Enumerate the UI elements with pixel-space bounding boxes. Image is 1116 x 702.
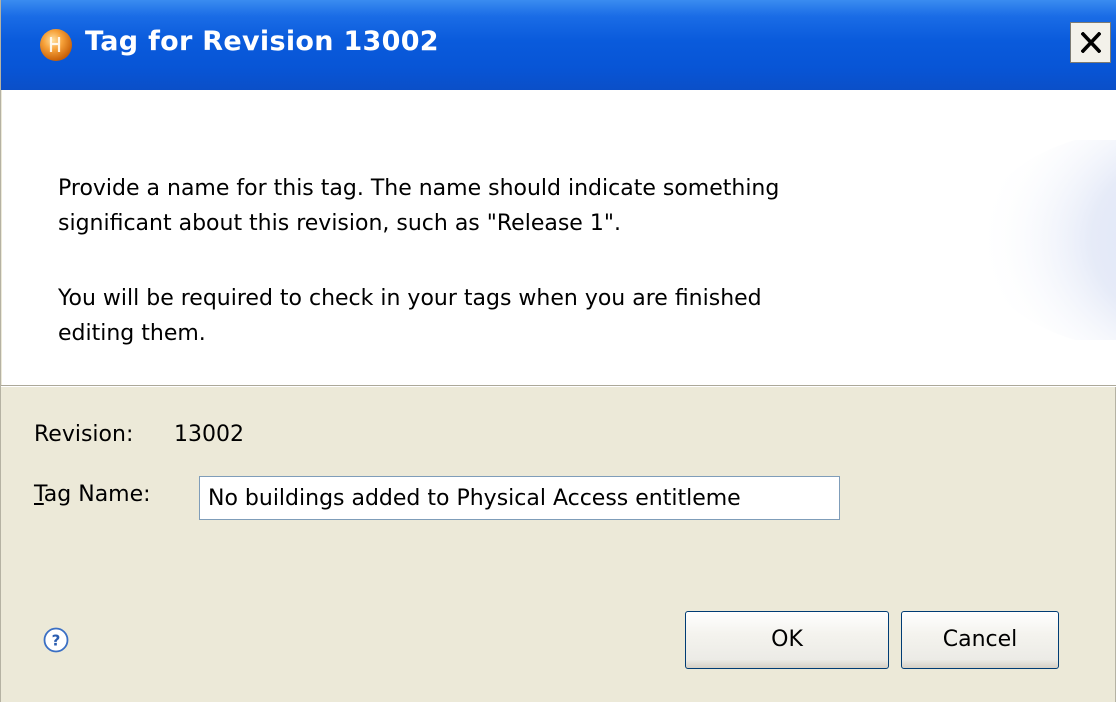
mnemonic-letter: T [34,482,44,507]
tag-name-input[interactable] [199,476,840,520]
note-line: You will be required to check in your ta… [58,286,762,311]
help-icon[interactable]: ? [43,627,69,653]
instruction-text: Provide a name for this tag. The name sh… [58,171,779,241]
svg-text:?: ? [52,632,61,650]
tag-name-label: Tag Name: [34,482,151,507]
message-area: Provide a name for this tag. The name sh… [2,90,1116,385]
tag-dialog: Tag for Revision 13002 Provide a name fo… [0,0,1116,702]
note-line: editing them. [58,321,206,346]
instruction-line: significant about this revision, such as… [58,211,621,236]
cancel-button[interactable]: Cancel [901,611,1059,669]
decoration-graphic [976,140,1116,340]
instruction-line: Provide a name for this tag. The name sh… [58,176,780,201]
checkin-note: You will be required to check in your ta… [58,281,762,351]
revision-label: Revision: [34,422,134,447]
orange-sphere-icon [39,28,73,62]
tag-name-label-text: ag Name: [43,482,151,507]
close-button[interactable] [1070,22,1111,63]
revision-value: 13002 [174,422,244,447]
window-title: Tag for Revision 13002 [85,26,439,57]
close-icon [1081,32,1101,53]
title-bar[interactable]: Tag for Revision 13002 [1,0,1116,90]
ok-button[interactable]: OK [685,611,889,669]
separator [1,385,1116,387]
